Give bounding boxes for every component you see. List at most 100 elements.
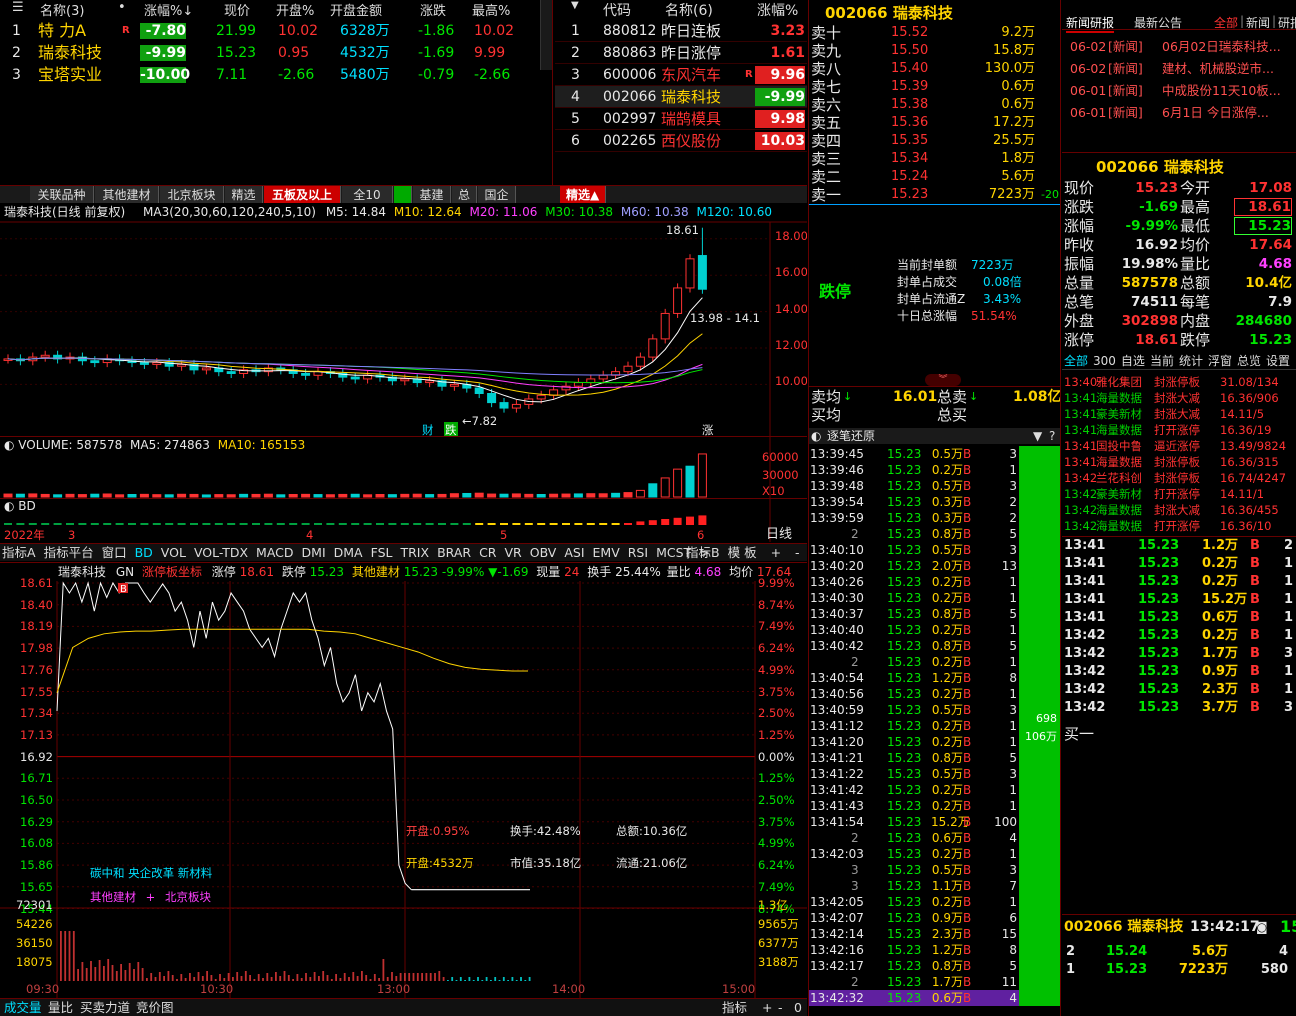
trade-row[interactable]: 13:42 15.23 0.2万 B 1 [1062, 627, 1296, 645]
alert-menu-item[interactable]: 设置 [1266, 354, 1290, 368]
col-open[interactable]: 开盘% [276, 0, 314, 19]
scrollbar[interactable] [540, 0, 552, 70]
watchlist-row[interactable]: 6 002265 西仪股份 10.03 [555, 130, 807, 152]
indicator-tab[interactable]: 指标A [2, 545, 36, 560]
trade-row[interactable]: 13:41 15.23 0.2万 B 1 [1062, 555, 1296, 573]
stock-name[interactable]: 东风汽车 [661, 64, 721, 86]
watchlist-row[interactable]: 4 002066 瑞泰科技 -9.99 [555, 86, 807, 108]
sector-tab[interactable] [394, 186, 412, 203]
sector-tab[interactable]: 全10 [342, 186, 393, 203]
sector-tab[interactable]: 精选 [225, 186, 263, 203]
tab-news-research[interactable]: 新闻研报 [1066, 14, 1115, 33]
stock-name[interactable]: 瑞泰科技 [38, 42, 102, 64]
event-mark-die[interactable]: 跌 [444, 422, 458, 436]
alert-row[interactable]: 13:42 海量数据 封涨大减 16.36/455 [1062, 502, 1296, 518]
tab-announcements[interactable]: 最新公告 [1134, 14, 1182, 31]
tab-volume[interactable]: 成交量 [4, 999, 42, 1016]
indicator-tab[interactable]: TRIX [400, 545, 429, 560]
alert-menu-item[interactable]: 自选 [1121, 354, 1145, 368]
sector-tab[interactable]: 国企 [478, 186, 516, 203]
sector-tab[interactable]: 总 [452, 186, 477, 203]
stock-name[interactable]: 瑞鹄模具 [661, 108, 721, 130]
tab-research[interactable]: 研报 [1278, 14, 1296, 31]
event-mark-zhang[interactable]: 涨 [702, 422, 714, 436]
alert-menu-item[interactable]: 全部 [1064, 354, 1088, 368]
sell-level[interactable]: 卖四 15.35 25.5万 [809, 132, 1060, 150]
indicator-tab[interactable]: VOL [161, 545, 186, 560]
news-title[interactable]: 06月02日瑞泰科技... [1162, 38, 1281, 56]
col-high[interactable]: 最高% [472, 0, 510, 19]
alert-row[interactable]: 13:40 雅化集团 封涨停板 31.08/134 [1062, 374, 1296, 390]
sell-level[interactable]: 卖七 15.39 0.6万 [809, 78, 1060, 96]
menu-icon[interactable]: ☰ [12, 0, 24, 15]
indicator-mo[interactable]: 模 [728, 545, 741, 560]
alert-menu-item[interactable]: 浮窗 [1208, 354, 1232, 368]
trade-row[interactable]: 13:41 15.23 1.2万 B 2 [1062, 537, 1296, 555]
kline-candles[interactable] [0, 204, 807, 436]
indicator-b[interactable]: 指标B [686, 545, 720, 560]
news-item[interactable]: 06-02 [新闻] 建材、机械股逆市... [1062, 60, 1296, 78]
sell-level[interactable]: 卖二 15.24 5.6万 [809, 168, 1060, 186]
sell-level[interactable]: 卖九 15.50 15.8万 [809, 42, 1060, 60]
tick-list-title[interactable]: 逐笔还原 [827, 428, 875, 444]
watchlist-row[interactable]: 1 880812 昨日连板 3.23 [555, 20, 807, 42]
indicator-tab[interactable]: DMA [334, 545, 363, 560]
tab-volume-ratio[interactable]: 量比 [48, 999, 73, 1016]
indicator-tab[interactable]: VOL-TDX [194, 545, 248, 560]
watchlist-row[interactable]: 5 002997 瑞鹄模具 9.98 [555, 108, 807, 130]
indicator-tab[interactable]: CR [479, 545, 496, 560]
indicator-tab[interactable]: BD [135, 545, 153, 560]
dropdown-icon[interactable]: ▼ [571, 0, 579, 11]
sell-level[interactable]: 卖一 15.23 7223万 -20 [809, 186, 1060, 204]
col-name[interactable]: 名称(3) [40, 0, 84, 19]
sector-tab[interactable]: 关联品种 [30, 186, 94, 203]
camera-icon[interactable]: ◙ [1256, 917, 1268, 937]
news-item[interactable]: 06-01 [新闻] 6月1日 今日涨停... [1062, 104, 1296, 122]
event-mark-cai[interactable]: 财 [422, 422, 434, 436]
watchlist-row[interactable]: 2 瑞泰科技 -9.99 15.23 0.95 4532万 -1.69 9.99 [0, 42, 540, 64]
expand-icon[interactable]: ︾ [925, 374, 961, 386]
indicator-menu[interactable]: 指标 [722, 999, 747, 1016]
col-chg[interactable]: 涨幅%↓ [144, 0, 193, 19]
alert-row[interactable]: 13:42 豪美新材 打开涨停 14.11/1 [1062, 486, 1296, 502]
period-selector[interactable]: 日线 [766, 527, 792, 542]
zoom-out-button[interactable]: - [795, 545, 800, 560]
watchlist-row[interactable]: 2 880863 昨日涨停 1.61 [555, 42, 807, 64]
col-amount[interactable]: 开盘金额 [330, 0, 382, 19]
sector-tab[interactable]: 北京板块 [160, 186, 224, 203]
sector-tab[interactable]: 基建 [413, 186, 451, 203]
intraday-price-line[interactable]: B [0, 563, 807, 998]
stock-name[interactable]: 瑞泰科技 [661, 86, 721, 108]
trade-row[interactable]: 13:42 15.23 0.9万 B 1 [1062, 663, 1296, 681]
trade-row[interactable]: 13:41 15.23 0.2万 B 1 [1062, 573, 1296, 591]
sector-tags[interactable]: 其他建材 + 北京板块 [90, 889, 211, 905]
sell-level[interactable]: 卖六 15.38 0.6万 [809, 96, 1060, 114]
col-chg[interactable]: 涨幅% [757, 0, 798, 20]
tab-jingxuan-dropdown[interactable]: 精选▲ [560, 186, 607, 203]
trade-row[interactable]: 13:42 15.23 1.7万 B 3 [1062, 645, 1296, 663]
sell-level[interactable]: 卖三 15.34 1.8万 [809, 150, 1060, 168]
alert-menu-item[interactable]: 300 [1093, 354, 1116, 368]
trade-row[interactable]: 13:42 15.23 2.3万 B 1 [1062, 681, 1296, 699]
indicator-ban[interactable]: 板 [744, 545, 757, 560]
alert-menu-item[interactable]: 统计 [1179, 354, 1203, 368]
alert-row[interactable]: 13:42 海量数据 打开涨停 16.36/10 [1062, 518, 1296, 534]
alert-row[interactable]: 13:41 海量数据 封涨大减 16.36/906 [1062, 390, 1296, 406]
indicator-tab[interactable]: MACD [256, 545, 293, 560]
indicator-tab[interactable]: VR [504, 545, 521, 560]
tab-buy-sell-force[interactable]: 买卖力道 [80, 999, 130, 1016]
news-item[interactable]: 06-01 [新闻] 中成股份11天10板... [1062, 82, 1296, 100]
trade-row[interactable]: 13:41 15.23 0.6万 B 1 [1062, 609, 1296, 627]
sell-level[interactable]: 卖八 15.40 130.0万 [809, 60, 1060, 78]
indicator-tab[interactable]: RSI [628, 545, 648, 560]
col-diff[interactable]: 涨跌 [420, 0, 446, 19]
stock-name[interactable]: 昨日连板 [661, 20, 721, 42]
sector-tab[interactable]: 五板及以上 [264, 186, 341, 203]
alert-menu-item[interactable]: 总览 [1237, 354, 1261, 368]
indicator-tab[interactable]: BRAR [437, 545, 471, 560]
sell-level[interactable]: 卖十 15.52 9.2万 [809, 24, 1060, 42]
trade-row[interactable]: 13:42 15.23 3.7万 B 3 [1062, 699, 1296, 717]
trade-row[interactable]: 13:41 15.23 15.2万 B 1 [1062, 591, 1296, 609]
sell-level[interactable]: 卖五 15.36 17.2万 [809, 114, 1060, 132]
news-title[interactable]: 中成股份11天10板... [1162, 82, 1281, 100]
